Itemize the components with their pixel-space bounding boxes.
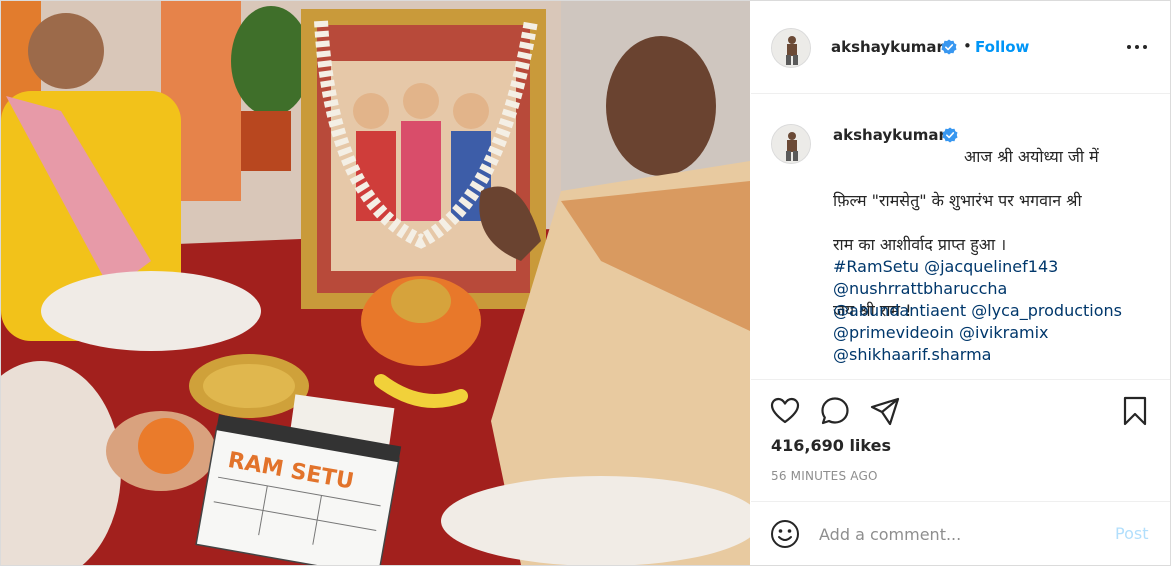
verified-badge-icon [941, 39, 957, 55]
more-options-icon[interactable] [1126, 37, 1148, 55]
emoji-icon[interactable] [769, 518, 801, 550]
post-timestamp[interactable]: 56 MINUTES AGO [771, 469, 878, 483]
mention-link[interactable]: @lyca_productions [971, 301, 1122, 320]
bookmark-icon[interactable] [1119, 395, 1151, 427]
caption-avatar[interactable] [771, 124, 811, 164]
author-avatar[interactable] [771, 28, 811, 68]
separator-dot: • [963, 37, 972, 55]
post-comment-button[interactable]: Post [1115, 524, 1148, 543]
caption-line: राम का आशीर्वाद प्राप्त हुआ । [833, 235, 1007, 254]
likes-count[interactable]: 416,690 likes [771, 436, 891, 455]
hashtag-link[interactable]: #RamSetu [833, 257, 919, 276]
mention-link[interactable]: @ivikramix [959, 323, 1049, 342]
share-icon[interactable] [869, 395, 901, 427]
mention-link[interactable]: @jacquelinef143 [924, 257, 1058, 276]
caption-line: फ़िल्म "रामसेतु" के शुभारंभ पर भगवान श्र… [833, 191, 1082, 210]
comment-bar: Post [751, 501, 1170, 565]
mention-link[interactable]: @shikhaarif.sharma [833, 345, 991, 364]
post-header: akshaykumar • Follow [751, 1, 1170, 94]
mention-link[interactable]: @abundantiaent [833, 301, 966, 320]
mention-link[interactable]: @primevideoin [833, 323, 954, 342]
post-actions: 416,690 likes 56 MINUTES AGO [751, 381, 1170, 501]
comment-icon[interactable] [819, 395, 851, 427]
mention-link[interactable]: @nushrrattbharuccha [833, 279, 1007, 298]
caption-line: आज श्री अयोध्या जी में [964, 147, 1099, 166]
caption-area: akshaykumar आज श्री अयोध्या जी में फ़िल्… [751, 95, 1170, 380]
post-photo[interactable]: RAM SETU [1, 1, 750, 565]
author-username[interactable]: akshaykumar [831, 38, 944, 56]
heart-icon[interactable] [769, 395, 801, 427]
post-side-panel: akshaykumar • Follow akshaykumar आज श्री… [751, 1, 1170, 565]
caption-tags: #RamSetu @jacquelinef143 @nushrrattbharu… [833, 256, 1153, 366]
comment-input[interactable] [819, 522, 1099, 546]
follow-button[interactable]: Follow [975, 38, 1029, 56]
